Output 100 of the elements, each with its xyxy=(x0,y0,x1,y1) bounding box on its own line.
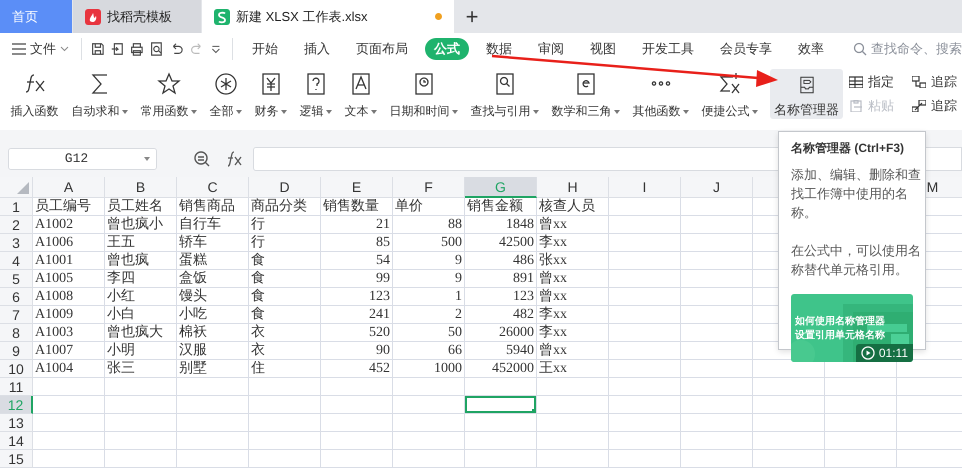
table-cell-text: 张三 xyxy=(106,360,136,377)
column-header[interactable]: B xyxy=(105,177,177,198)
table-cell-text: A1004 xyxy=(34,360,74,377)
ribbon-button[interactable]: 其他函数 xyxy=(626,65,695,123)
ribbon-tab[interactable]: 开发工具 xyxy=(633,38,703,60)
tooltip-title: 名称管理器 (Ctrl+F3) xyxy=(791,140,906,157)
caret-icon xyxy=(752,110,758,114)
ribbon-tab[interactable]: 效率 xyxy=(789,38,833,60)
table-cell-text: 销售数量 xyxy=(322,198,380,215)
column-header[interactable]: I xyxy=(609,177,681,198)
row-number[interactable]: 4 xyxy=(0,252,33,270)
table-cell-text: 891 xyxy=(512,270,535,287)
save-icon[interactable] xyxy=(90,40,106,58)
table-cell-text: 衣 xyxy=(250,324,266,341)
table-cell-text: 452 xyxy=(368,360,391,377)
ribbon-button[interactable]: 数学和三角 xyxy=(545,65,626,123)
active-cell xyxy=(465,396,536,413)
caret-icon xyxy=(280,110,286,114)
ribbon-tab[interactable]: 视图 xyxy=(581,38,625,60)
column-header[interactable]: F xyxy=(393,177,465,198)
table-cell-text: 核查人员 xyxy=(538,198,596,215)
linked-boxes-icon xyxy=(912,76,926,88)
ribbon-button[interactable]: 财务 xyxy=(248,65,293,123)
row-number[interactable]: 10 xyxy=(0,360,33,378)
ribbon-button[interactable]: 文本 xyxy=(338,65,383,123)
column-header[interactable]: A xyxy=(33,177,105,198)
table-cell-text: 张xx xyxy=(538,252,568,269)
row-number[interactable]: 6 xyxy=(0,288,33,306)
asterisk-icon xyxy=(212,71,238,97)
caret-icon xyxy=(452,110,458,114)
row-number[interactable]: 15 xyxy=(0,450,33,468)
document-tab[interactable]: 找稻壳模板 xyxy=(73,0,201,33)
trace-button[interactable]: 追踪 xyxy=(912,97,957,115)
name-box[interactable]: G12 xyxy=(8,148,157,170)
ribbon-button[interactable]: 常用函数 xyxy=(134,65,203,123)
row-number[interactable]: 14 xyxy=(0,432,33,450)
ribbon-button[interactable]: 逻辑 xyxy=(293,65,338,123)
ribbon-tab[interactable]: 开始 xyxy=(243,38,287,60)
column-header[interactable]: J xyxy=(681,177,753,198)
column-header[interactable]: D xyxy=(249,177,321,198)
print-preview-icon[interactable] xyxy=(149,40,165,58)
caret-icon xyxy=(614,110,620,114)
column-header[interactable]: H xyxy=(537,177,609,198)
table-cell-text: A1001 xyxy=(34,252,74,269)
row-number[interactable]: 9 xyxy=(0,342,33,360)
ribbon-tab[interactable]: 会员专享 xyxy=(711,38,781,60)
table-cell-text: A1002 xyxy=(34,216,74,233)
column-header[interactable]: E xyxy=(321,177,393,198)
ribbon-button[interactable]: 全部 xyxy=(203,65,248,123)
define-button[interactable]: 指定 xyxy=(849,73,894,91)
function-icon[interactable] xyxy=(225,150,243,168)
trace-button[interactable]: 追踪 xyxy=(912,73,957,91)
row-number[interactable]: 3 xyxy=(0,234,33,252)
ribbon-button[interactable]: 插入函数 xyxy=(4,65,65,123)
row-number[interactable]: 11 xyxy=(0,378,33,396)
spreadsheet-logo-icon xyxy=(214,8,230,24)
table-cell-text: 486 xyxy=(512,252,535,269)
video-duration[interactable]: 01:11 xyxy=(856,344,913,362)
table-cell-text: 曾xx xyxy=(538,288,568,305)
ribbon-button[interactable]: 查找与引用 xyxy=(464,65,545,123)
table-cell-text: 自行车 xyxy=(178,216,222,233)
document-tab[interactable]: 新建 XLSX 工作表.xlsx xyxy=(202,0,454,33)
print-icon[interactable] xyxy=(129,40,146,58)
name-manager-button[interactable]: 名称管理器 xyxy=(770,69,843,119)
column-header[interactable]: C xyxy=(177,177,249,198)
table-cell-text: 曾也疯 xyxy=(106,252,150,269)
clipboard-icon xyxy=(849,100,863,112)
row-number[interactable]: 1 xyxy=(0,198,33,216)
caret-icon xyxy=(190,110,196,114)
ribbon-button[interactable]: 日期和时间 xyxy=(383,65,464,123)
table-cell-text: 馒头 xyxy=(178,288,208,305)
table-cell-text: 小明 xyxy=(106,342,136,359)
row-number[interactable]: 13 xyxy=(0,414,33,432)
table-icon xyxy=(849,76,863,88)
table-cell-text: 曾也疯大 xyxy=(106,324,164,341)
table-cell-text: 李xx xyxy=(538,234,568,251)
row-number[interactable]: 2 xyxy=(0,216,33,234)
row-number[interactable]: 8 xyxy=(0,324,33,342)
row-number[interactable]: 7 xyxy=(0,306,33,324)
linked-boxes-icon xyxy=(912,100,926,112)
caret-icon xyxy=(682,110,688,114)
ribbon-button[interactable]: 自动求和 xyxy=(65,65,134,123)
ribbon-button[interactable]: 便捷公式 xyxy=(695,65,764,123)
table-cell-text: 88 xyxy=(447,216,463,233)
caret-icon xyxy=(122,110,128,114)
ribbon-tab[interactable]: 审阅 xyxy=(529,38,573,60)
ribbon-tab[interactable]: 页面布局 xyxy=(347,38,417,60)
export-icon[interactable] xyxy=(110,40,126,58)
table-cell-text: 王五 xyxy=(106,234,136,251)
table-cell-text: 棉袄 xyxy=(178,324,208,341)
table-cell-text: 曾xx xyxy=(538,342,568,359)
table-cell-text: 李xx xyxy=(538,324,568,341)
ribbon-tab[interactable]: 插入 xyxy=(295,38,339,60)
file-menu[interactable]: 文件 xyxy=(12,40,75,58)
row-number[interactable]: 5 xyxy=(0,270,33,288)
new-tab-button[interactable]: + xyxy=(455,0,489,33)
table-cell-text: 员工姓名 xyxy=(106,198,164,215)
caret-icon xyxy=(326,110,332,114)
ribbon-tab[interactable]: 数据 xyxy=(477,38,521,60)
table-cell-text: 5940 xyxy=(505,342,535,359)
